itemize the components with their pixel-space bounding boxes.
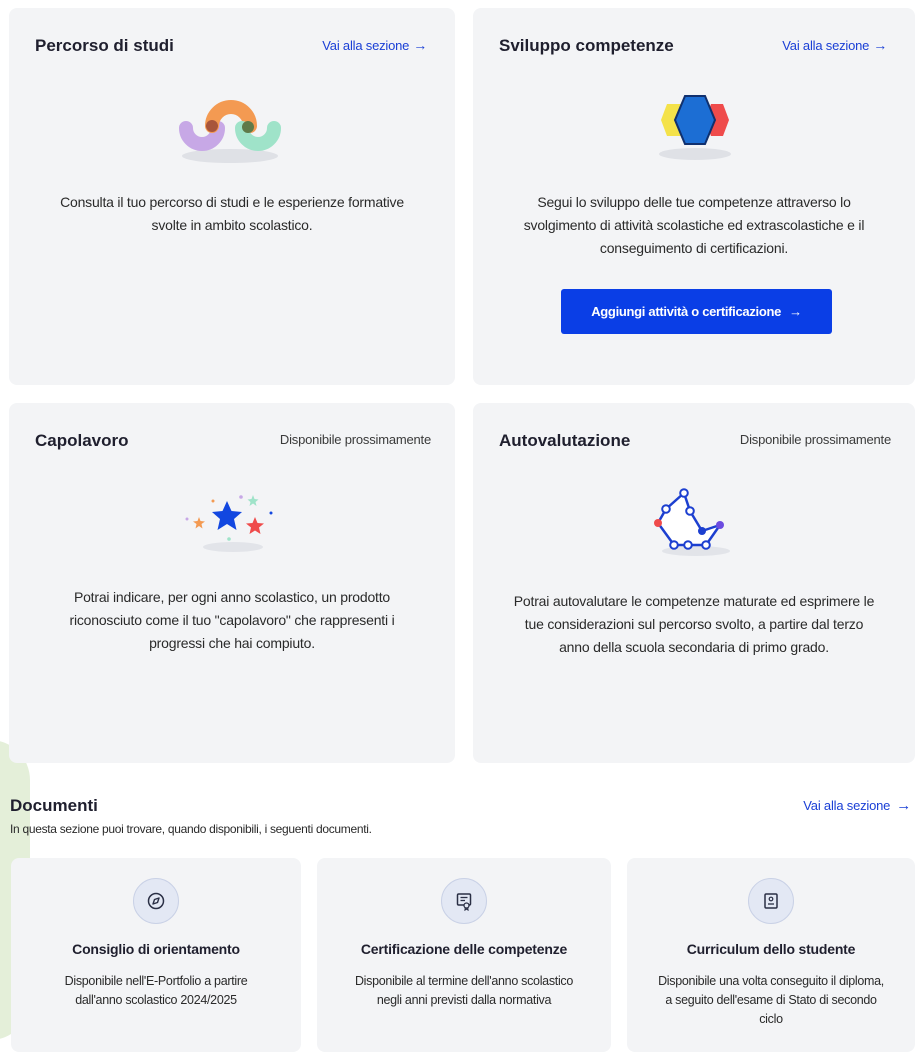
hexagons-icon	[659, 95, 731, 160]
card-title: Sviluppo competenze	[499, 36, 674, 55]
vai-alla-sezione-link[interactable]: Vai alla sezione →	[322, 37, 427, 53]
document-description: Disponibile una volta conseguito il dipl…	[658, 974, 884, 1026]
status-label: Disponibile prossimamente	[739, 432, 891, 447]
document-title: Consiglio di orientamento	[72, 941, 240, 957]
card-percorso-di-studi: Percorso di studi Vai alla sezione → Con…	[9, 8, 455, 385]
document-card-orientamento[interactable]: Consiglio di orientamento Disponibile ne…	[11, 858, 301, 1052]
document-title: Curriculum dello studente	[686, 941, 856, 957]
status-label: Disponibile prossimamente	[279, 432, 431, 447]
card-title: Capolavoro	[35, 431, 129, 450]
vai-alla-sezione-link[interactable]: Vai alla sezione →	[782, 37, 887, 53]
document-description: Disponibile al termine dell'anno scolast…	[354, 974, 574, 1007]
link-label: Vai alla sezione	[803, 798, 891, 813]
card-description: Consulta il tuo percorso di studi e le e…	[60, 194, 404, 233]
path-waves-icon	[179, 100, 281, 163]
document-card-curriculum[interactable]: Curriculum dello studente Disponibile un…	[627, 858, 915, 1052]
link-label: Vai alla sezione	[782, 37, 870, 53]
document-description: Disponibile nell'E-Portfolio a partire d…	[64, 974, 248, 1007]
card-title: Autovalutazione	[499, 431, 631, 450]
card-description: Potrai autovalutare le competenze matura…	[513, 593, 875, 655]
documents-section-link[interactable]: Vai alla sezione →	[803, 797, 911, 814]
card-sviluppo-competenze: Sviluppo competenze Vai alla sezione → S…	[473, 8, 915, 385]
documents-subtitle: In questa sezione puoi trovare, quando d…	[10, 822, 372, 836]
card-description: Segui lo sviluppo delle tue competenze a…	[523, 194, 865, 256]
card-capolavoro: Capolavoro Disponibile prossimamente Pot…	[9, 403, 455, 763]
document-card-certificazione[interactable]: Certificazione delle competenze Disponib…	[317, 858, 611, 1052]
arrow-right-icon: →	[789, 304, 802, 319]
card-autovalutazione: Autovalutazione Disponibile prossimament…	[473, 403, 915, 763]
arrow-right-icon: →	[873, 37, 887, 53]
documents-title: Documenti	[10, 796, 98, 815]
card-description: Potrai indicare, per ogni anno scolastic…	[69, 589, 395, 651]
arrow-right-icon: →	[413, 37, 427, 53]
card-title: Percorso di studi	[35, 36, 174, 55]
button-label: Aggiungi attività o certificazione	[591, 304, 782, 319]
arrow-right-icon: →	[896, 797, 911, 814]
stars-icon	[185, 495, 273, 552]
self-assessment-graph-icon	[654, 488, 730, 556]
certificate-icon	[441, 878, 487, 924]
document-title: Certificazione delle competenze	[360, 941, 568, 957]
compass-icon	[133, 878, 179, 924]
link-label: Vai alla sezione	[322, 37, 410, 53]
document-icon	[748, 878, 794, 924]
add-activity-button[interactable]: Aggiungi attività o certificazione →	[561, 289, 832, 334]
